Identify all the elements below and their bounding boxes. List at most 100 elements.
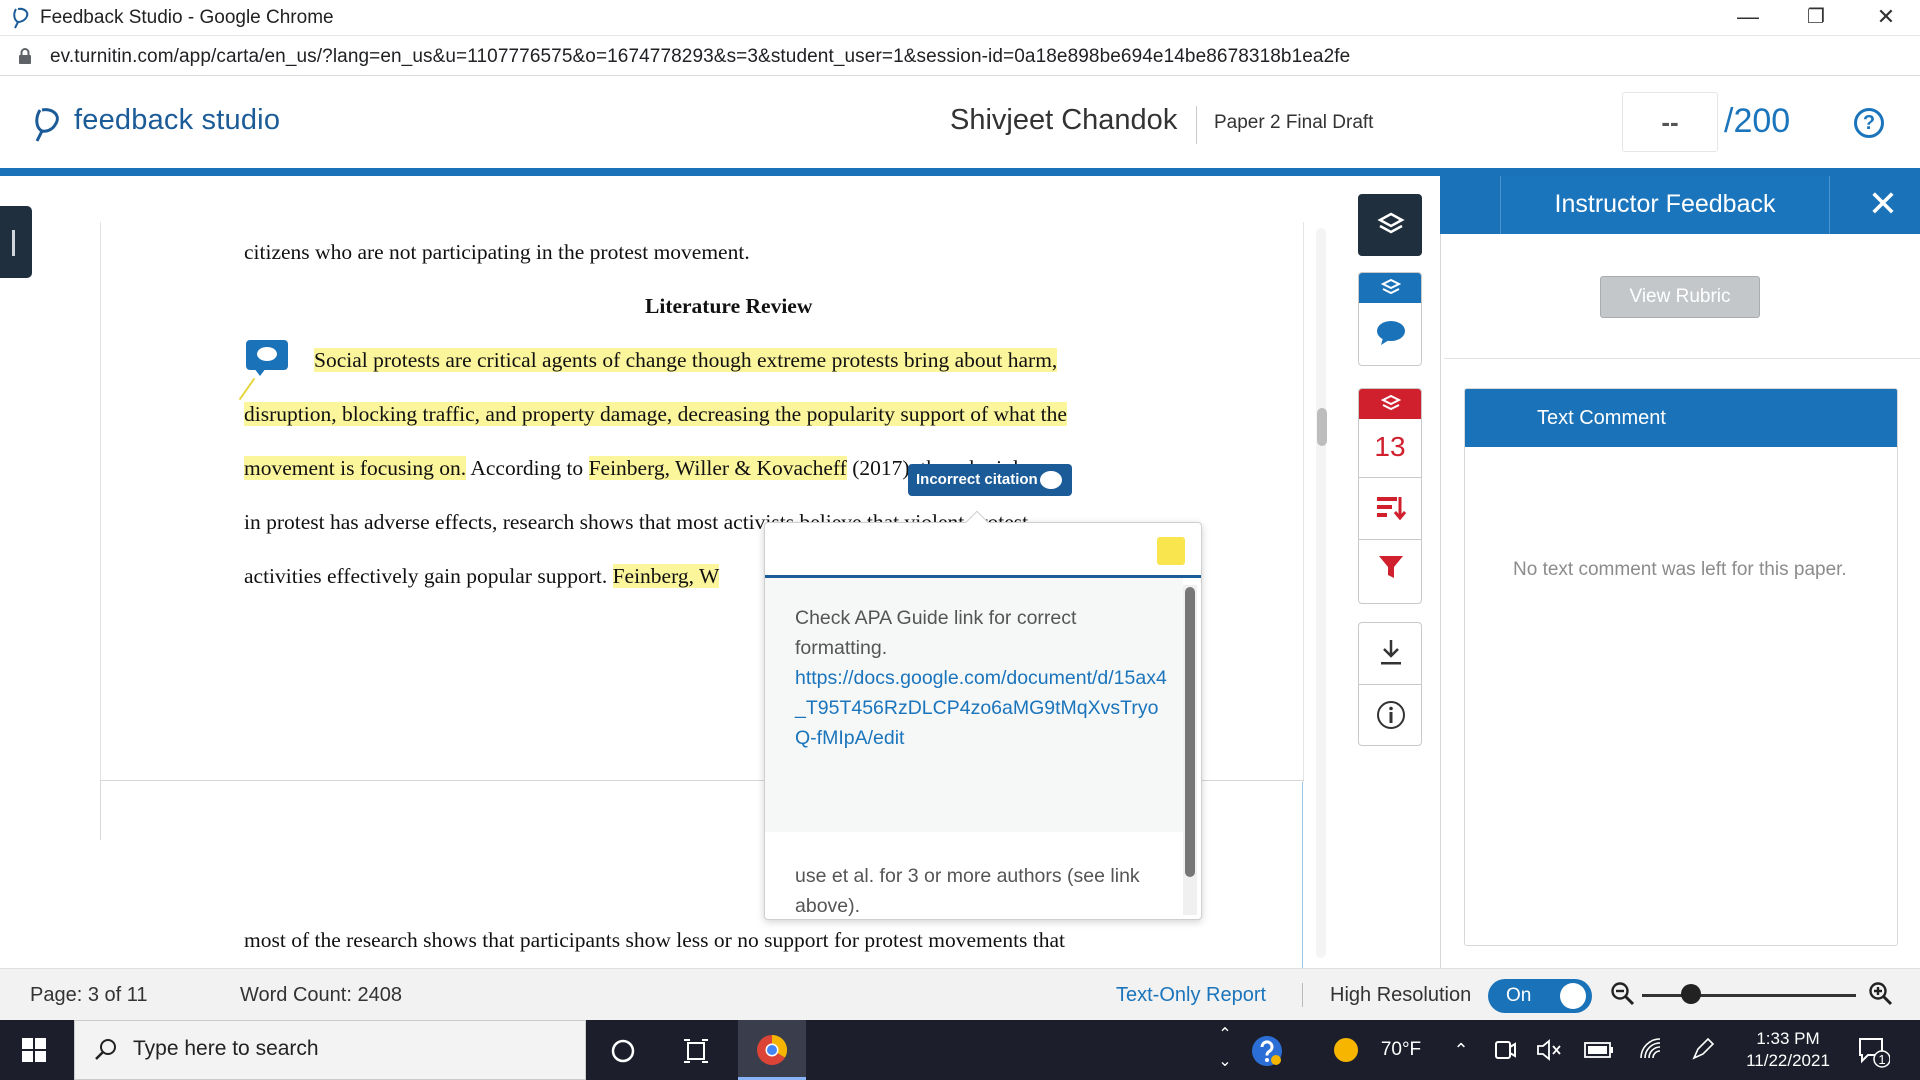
panel-header: Instructor Feedback ✕ (1440, 176, 1920, 234)
filter-icon[interactable] (1377, 553, 1405, 581)
side-panel-toggle[interactable] (0, 206, 32, 278)
doc-line: most of the research shows that particip… (244, 928, 1066, 952)
student-name: Shivjeet Chandok (950, 104, 1178, 136)
highlighted-text[interactable]: disruption, blocking traffic, and proper… (244, 402, 1067, 426)
toggle-label: On (1506, 985, 1532, 1006)
highlighted-text[interactable]: movement is focusing on. (244, 456, 467, 480)
help-tray-icon[interactable] (1250, 1034, 1284, 1068)
info-icon[interactable] (1375, 699, 1407, 731)
volume-muted-icon[interactable] (1536, 1038, 1562, 1062)
highlight-color-swatch[interactable] (1157, 537, 1185, 565)
zoom-slider-thumb[interactable] (1681, 984, 1702, 1004)
comment-popup[interactable]: Check APA Guide link for correct formatt… (764, 510, 1202, 920)
rail-divider (1359, 477, 1421, 478)
lock-icon (19, 48, 31, 64)
panel-title: Instructor Feedback (1500, 176, 1830, 234)
highlighted-citation[interactable]: Feinberg, W (612, 564, 720, 588)
sort-icon[interactable] (1375, 493, 1407, 523)
windows-start-icon[interactable] (22, 1038, 46, 1062)
chrome-icon (757, 1034, 787, 1065)
text-only-report-link[interactable]: Text-Only Report (1116, 984, 1266, 1007)
text-comment-empty-message: No text comment was left for this paper. (1513, 559, 1847, 580)
doc-line[interactable]: disruption, blocking traffic, and proper… (244, 402, 1067, 427)
comment-marker-icon[interactable] (246, 340, 288, 376)
document-scrollbar-thumb[interactable] (1317, 408, 1327, 446)
weather-temperature[interactable]: 70°F (1370, 1020, 1432, 1080)
header-divider (1196, 106, 1197, 144)
cortana-icon[interactable] (610, 1038, 636, 1064)
comment-instruction: Check APA Guide link for correct formatt… (795, 607, 1077, 659)
apa-guide-link[interactable]: https://docs.google.com/document/d/15ax4… (795, 663, 1171, 753)
page-edge-right (1302, 782, 1303, 968)
clock-time: 1:33 PM (1756, 1029, 1820, 1048)
address-bar[interactable]: ev.turnitin.com/app/carta/en_us/?lang=en… (0, 36, 1920, 76)
meet-now-icon[interactable] (1494, 1038, 1516, 1062)
score-max: /200 (1724, 102, 1791, 140)
rail-divider (1359, 684, 1421, 685)
text-comment-title: Text Comment (1465, 389, 1897, 447)
windows-taskbar: Type here to search ⌃ ⌄ 70°F ⌃ 1:33 PM 1… (0, 1020, 1920, 1080)
pen-icon[interactable] (1690, 1036, 1716, 1062)
restore-button[interactable]: ❐ (1782, 0, 1850, 36)
layers-button[interactable] (1358, 194, 1422, 256)
high-resolution-toggle[interactable]: On (1488, 979, 1592, 1013)
similarity-layer-header[interactable] (1359, 389, 1421, 419)
close-panel-button[interactable]: ✕ (1846, 176, 1920, 234)
comment-text: Check APA Guide link for correct formatt… (795, 603, 1171, 753)
view-rubric-button[interactable]: View Rubric (1600, 276, 1760, 318)
highlighted-citation[interactable]: Feinberg, Willer & Kovacheff (588, 456, 847, 480)
highlighted-text[interactable]: Social protests are critical agents of c… (314, 348, 1058, 372)
window-title: Feedback Studio - Google Chrome (40, 7, 334, 28)
show-hidden-icons-icon[interactable]: ⌃ (1446, 1020, 1476, 1080)
zoom-in-icon[interactable] (1868, 981, 1894, 1007)
wifi-icon[interactable] (1638, 1036, 1664, 1062)
toggle-knob (1560, 983, 1586, 1009)
quickmark-layer-header[interactable] (1359, 273, 1421, 303)
url-text[interactable]: ev.turnitin.com/app/carta/en_us/?lang=en… (50, 46, 1350, 68)
score-input[interactable]: -- (1622, 92, 1718, 152)
status-divider (1302, 983, 1303, 1007)
search-placeholder: Type here to search (133, 1037, 319, 1060)
chip-label: Incorrect citation (916, 471, 1038, 488)
minimize-button[interactable]: — (1714, 0, 1782, 36)
doc-line: citizens who are not participating in th… (244, 240, 750, 264)
task-view-icon[interactable] (682, 1038, 710, 1064)
paper-title: Paper 2 Final Draft (1214, 112, 1374, 133)
download-icon[interactable] (1377, 637, 1405, 667)
page-break-edge (100, 780, 101, 840)
browser-title-bar: Feedback Studio - Google Chrome — ❐ ✕ (0, 0, 1920, 36)
popup-scrollbar-thumb[interactable] (1185, 587, 1195, 877)
header-accent-bar (0, 168, 1920, 176)
chrome-taskbar-button[interactable] (738, 1020, 806, 1080)
document-scrollbar[interactable] (1316, 228, 1326, 958)
word-count: Word Count: 2408 (240, 984, 402, 1006)
clock-date: 11/22/2021 (1746, 1051, 1830, 1070)
download-info-tools (1358, 622, 1422, 746)
zoom-out-icon[interactable] (1610, 981, 1636, 1007)
help-icon[interactable]: ? (1854, 108, 1884, 138)
zoom-slider[interactable] (1642, 994, 1856, 997)
speech-bubble-icon (1040, 471, 1062, 489)
layers-icon (1381, 278, 1401, 295)
tray-scroll-down-icon[interactable]: ⌄ (1210, 1050, 1240, 1080)
doc-line: activities effectively gain popular supp… (244, 564, 720, 589)
taskbar-search-box[interactable]: Type here to search (74, 1020, 586, 1080)
weather-icon[interactable] (1332, 1036, 1360, 1064)
feedback-studio-logo-icon (35, 108, 59, 142)
comment-icon[interactable] (1375, 319, 1407, 347)
similarity-tool[interactable]: 13 (1358, 388, 1422, 604)
doc-line[interactable]: Social protests are critical agents of c… (314, 348, 1058, 373)
high-resolution-label: High Resolution (1330, 984, 1472, 1006)
close-window-button[interactable]: ✕ (1852, 0, 1920, 36)
rail-divider (1359, 539, 1421, 540)
doc-text: According to (466, 456, 589, 480)
notification-count: 1 (1878, 1052, 1886, 1067)
quickmark-tool[interactable] (1358, 272, 1422, 366)
incorrect-citation-chip[interactable]: Incorrect citation (908, 464, 1072, 496)
panel-divider (1444, 358, 1920, 359)
search-icon (95, 1039, 116, 1060)
grading-count[interactable]: 13 (1359, 431, 1421, 463)
brand-name: feedback studio (74, 104, 281, 136)
battery-icon[interactable] (1584, 1040, 1614, 1060)
taskbar-clock[interactable]: 1:33 PM 11/22/2021 (1740, 1028, 1836, 1072)
